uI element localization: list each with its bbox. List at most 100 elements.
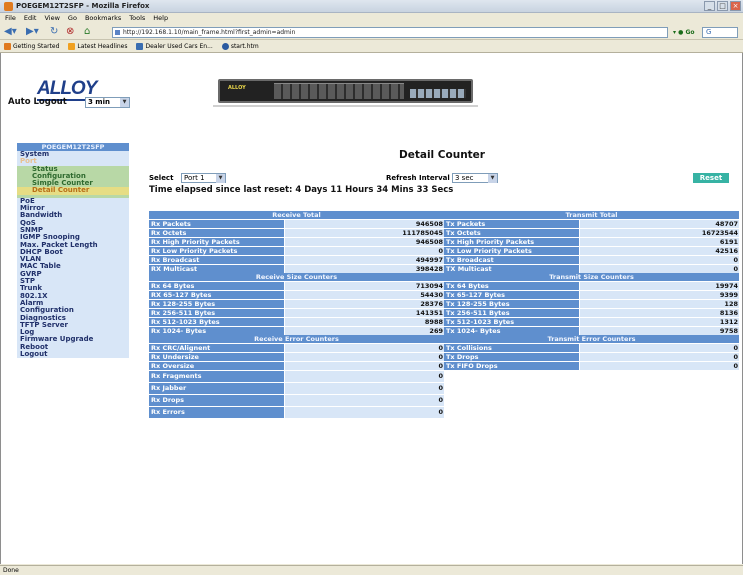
go-button[interactable]: ▾ ● Go — [673, 27, 699, 38]
navigation-toolbar: ◀▾ ▶▾ ↻ ⊗ ⌂ http://192.168.1.10/main_fra… — [0, 24, 743, 40]
home-icon[interactable]: ⌂ — [84, 26, 90, 38]
counter-value: 0 — [285, 371, 444, 382]
auto-logout-value: 3 min — [88, 98, 110, 106]
forward-icon[interactable]: ▶▾ — [26, 26, 39, 38]
maximize-icon[interactable]: □ — [717, 1, 728, 11]
counter-row: Rx Oversize 0 — [149, 362, 444, 370]
minimize-icon[interactable]: _ — [704, 1, 715, 11]
counter-label: Rx Broadcast — [149, 256, 284, 264]
sidebar-items-list: PoE Mirror Bandwidth QoS SNMP IGMP Snoop… — [17, 197, 129, 359]
counter-value: 0 — [580, 256, 739, 264]
counter-label: Rx 64 Bytes — [149, 282, 284, 290]
go-label: Go — [685, 29, 695, 36]
counter-value: 0 — [285, 247, 444, 255]
counter-value: 8136 — [580, 309, 739, 317]
counter-label: Tx Low Priority Packets — [444, 247, 579, 255]
counter-label: Rx 256-511 Bytes — [149, 309, 284, 317]
counter-label: Tx 1024- Bytes — [444, 327, 579, 335]
counter-value: 48707 — [580, 220, 739, 228]
counter-value: 398428 — [285, 265, 444, 273]
counter-label: Rx Fragments — [149, 371, 284, 382]
back-icon[interactable]: ◀▾ — [4, 26, 17, 38]
menu-help[interactable]: Help — [153, 13, 168, 24]
firefox-icon — [4, 2, 13, 11]
counter-label: Tx Broadcast — [444, 256, 579, 264]
menu-edit[interactable]: Edit — [24, 13, 37, 24]
rss-icon — [68, 43, 76, 50]
counter-value: 0 — [285, 395, 444, 406]
counter-label: Rx 128-255 Bytes — [149, 300, 284, 308]
menu-tools[interactable]: Tools — [129, 13, 145, 24]
firefox-icon — [4, 43, 11, 50]
time-elapsed-text: Time elapsed since last reset: 4 Days 11… — [149, 185, 454, 195]
counter-value: 9399 — [580, 291, 739, 299]
reset-button[interactable]: Reset — [693, 173, 729, 183]
counter-label: Rx Undersize — [149, 353, 284, 361]
bookmark-getting-started[interactable]: Getting Started — [4, 41, 59, 52]
counter-label: Tx 512-1023 Bytes — [444, 318, 579, 326]
menu-view[interactable]: View — [44, 13, 59, 24]
bookmark-dealer-used-cars[interactable]: Dealer Used Cars En... — [136, 41, 213, 52]
counter-row: Tx 512-1023 Bytes 1312 — [444, 318, 739, 326]
bookmark-start[interactable]: start.htm — [221, 41, 259, 52]
window-title-bar: POEGEM12T2SFP - Mozilla Firefox _ □ × — [0, 0, 743, 13]
refresh-interval-select[interactable]: 3 sec ▼ — [452, 173, 498, 183]
counter-row: Tx 65-127 Bytes 9399 — [444, 291, 739, 299]
counter-value: 6191 — [580, 238, 739, 246]
select-port-label: Select — [149, 174, 174, 182]
sidebar-subitem-detail-counter[interactable]: Detail Counter — [17, 187, 129, 195]
url-text: http://192.168.1.10/main_frame.html?firs… — [123, 29, 296, 36]
reload-icon[interactable]: ↻ — [50, 26, 58, 38]
counter-row: Rx Low Priority Packets 0 — [149, 247, 444, 255]
menu-file[interactable]: File — [5, 13, 16, 24]
counter-row: Rx 1024- Bytes 269 — [149, 327, 444, 335]
counter-value: 8988 — [285, 318, 444, 326]
counter-value: 0 — [580, 362, 739, 370]
section-header: Receive Total — [149, 211, 444, 219]
counter-value: 946508 — [285, 220, 444, 228]
menu-bar: File Edit View Go Bookmarks Tools Help — [0, 13, 743, 24]
stop-icon[interactable]: ⊗ — [66, 26, 74, 38]
close-icon[interactable]: × — [730, 1, 741, 11]
menu-go[interactable]: Go — [68, 13, 77, 24]
counter-value: 28376 — [285, 300, 444, 308]
url-bar[interactable]: http://192.168.1.10/main_frame.html?firs… — [112, 27, 668, 38]
counter-value: 111785045 — [285, 229, 444, 237]
counter-label: Tx 128-255 Bytes — [444, 300, 579, 308]
counter-value: 0 — [285, 344, 444, 352]
section-header: Transmit Error Counters — [444, 335, 739, 343]
receive-column: Receive Total Rx Packets 946508 Rx Octets 11… — [149, 211, 444, 418]
auto-logout-label: Auto Logout — [8, 97, 67, 107]
counter-label: RX Multicast — [149, 265, 284, 273]
counter-label: Rx 512-1023 Bytes — [149, 318, 284, 326]
page-title: Detail Counter — [399, 149, 485, 161]
sidebar-item-logout[interactable]: Logout — [17, 350, 129, 358]
search-box[interactable]: G — [702, 27, 738, 38]
port-select-value: Port 1 — [184, 174, 205, 182]
menu-bookmarks[interactable]: Bookmarks — [85, 13, 121, 24]
sidebar: POEGEM12T2SFP System Port Status Configu… — [17, 143, 129, 413]
counter-value: 0 — [285, 383, 444, 394]
counter-label: Tx 64 Bytes — [444, 282, 579, 290]
status-text: Done — [3, 567, 19, 574]
device-logo: ALLOY — [228, 85, 246, 91]
section-header: Receive Size Counters — [149, 273, 444, 281]
counter-value: 42516 — [580, 247, 739, 255]
bookmark-latest-headlines[interactable]: Latest Headlines — [68, 41, 127, 52]
counter-value: 141351 — [285, 309, 444, 317]
counter-row: Rx Drops 0 — [149, 395, 444, 406]
search-icon: G — [706, 28, 712, 36]
counter-row: Tx Collisions 0 — [444, 344, 739, 352]
counter-row: Tx 128-255 Bytes 128 — [444, 300, 739, 308]
counter-row: RX 65-127 Bytes 54430 — [149, 291, 444, 299]
counter-value: 54430 — [285, 291, 444, 299]
auto-logout-select[interactable]: 3 min ▼ — [85, 97, 130, 108]
counter-label: Tx Octets — [444, 229, 579, 237]
counter-value: 16723544 — [580, 229, 739, 237]
section-header: Transmit Size Counters — [444, 273, 739, 281]
bookmark-label: start.htm — [230, 42, 259, 50]
section-header: Receive Error Counters — [149, 335, 444, 343]
chevron-down-icon: ▼ — [216, 174, 225, 183]
port-select[interactable]: Port 1 ▼ — [181, 173, 226, 183]
divider — [213, 105, 478, 107]
